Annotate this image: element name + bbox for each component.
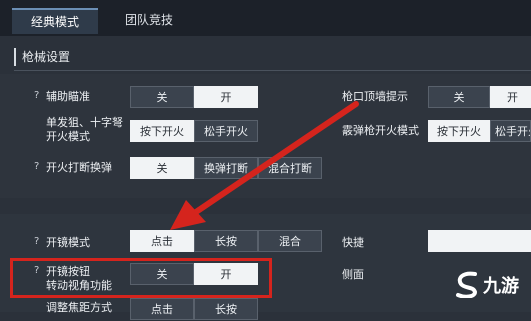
watermark-logo: 九游 [453, 266, 525, 306]
watermark-s-icon [456, 271, 478, 298]
watermark-text: 九游 [483, 276, 519, 297]
highlight-box [10, 258, 272, 298]
